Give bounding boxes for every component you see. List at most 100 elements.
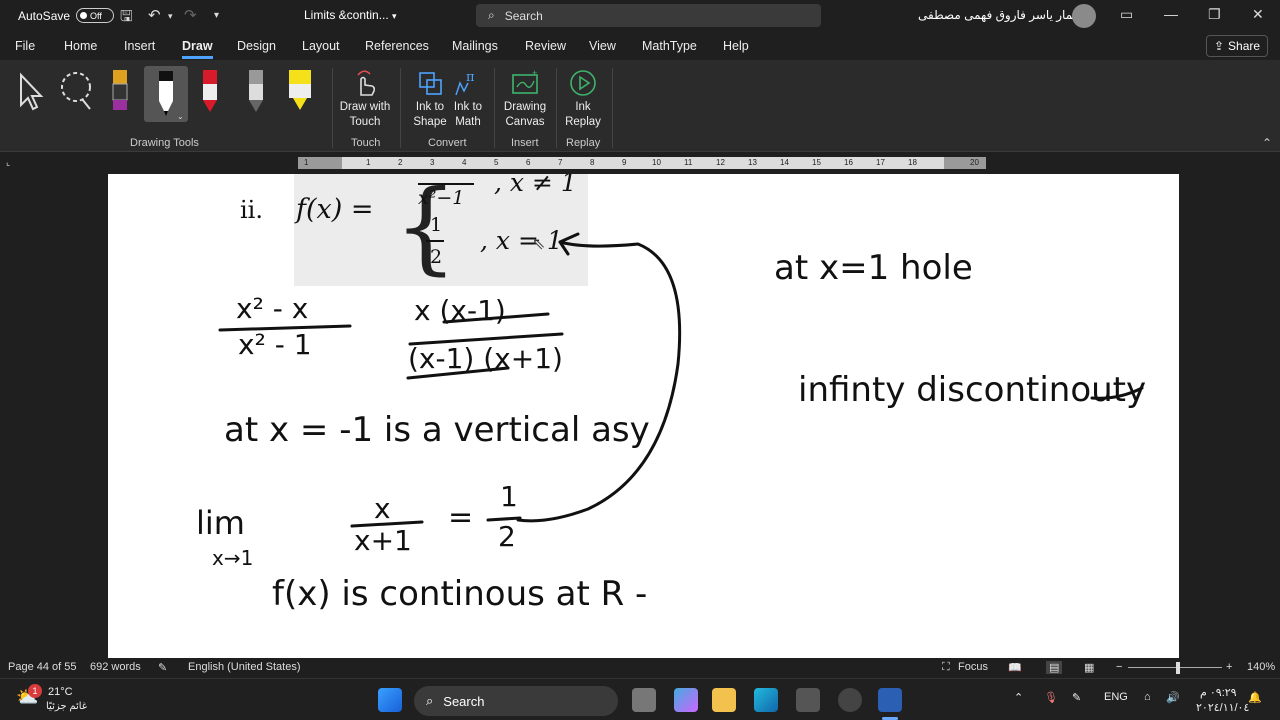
draw-with-touch-button[interactable]: Draw with Touch: [337, 66, 393, 130]
ruler-tick: 15: [812, 158, 821, 167]
document-title[interactable]: Limits &contin... ▾: [304, 8, 397, 22]
ink-fraction1-num: x² - x: [236, 292, 309, 325]
taskbar-search[interactable]: ⌕ Search: [414, 686, 618, 716]
ink-to-math-line1: Ink to: [453, 101, 483, 113]
focus-icon[interactable]: ⛶: [942, 661, 950, 674]
tab-review[interactable]: Review: [525, 39, 566, 53]
zoom-slider-thumb[interactable]: [1176, 662, 1180, 674]
group-replay: Replay: [566, 137, 601, 149]
ruler-tick: 5: [494, 158, 499, 167]
tab-draw[interactable]: Draw: [182, 39, 213, 59]
minimize-icon[interactable]: —: [1164, 6, 1178, 22]
ink-infinity-note: infinty discontinouty: [798, 370, 1147, 410]
ink-limit-result-num: 1: [500, 480, 518, 513]
tab-home[interactable]: Home: [64, 39, 97, 53]
weather-desc[interactable]: غائم جزئيًا: [46, 701, 87, 712]
ink-replay-button[interactable]: Ink Replay: [555, 66, 611, 130]
notifications-bell-icon[interactable]: 🔔: [1248, 691, 1262, 704]
file-explorer-icon[interactable]: [712, 688, 736, 712]
customize-qa-icon[interactable]: ▾: [214, 10, 219, 21]
draw-with-touch-line1: Draw with: [339, 101, 391, 113]
autosave-toggle[interactable]: Off: [76, 8, 115, 23]
zoom-out-icon[interactable]: −: [1116, 661, 1122, 673]
undo-icon[interactable]: ↶: [148, 6, 161, 24]
drawing-canvas-button[interactable]: + Drawing Canvas: [497, 66, 553, 130]
restore-icon[interactable]: ❐: [1208, 6, 1221, 23]
share-button[interactable]: ⇪ Share: [1206, 35, 1268, 57]
close-icon[interactable]: ✕: [1252, 6, 1264, 23]
save-icon[interactable]: 🖫: [120, 6, 133, 31]
ink-to-math-button[interactable]: π Ink to Math: [440, 66, 496, 130]
ruler-tick: 18: [908, 158, 917, 167]
word-count[interactable]: 692 words: [90, 661, 141, 673]
read-mode-icon[interactable]: 📖: [1008, 661, 1022, 674]
redo-icon[interactable]: ↷: [184, 6, 197, 24]
windows-start-icon[interactable]: [378, 688, 402, 712]
zoom-level[interactable]: 140%: [1247, 661, 1275, 673]
avatar[interactable]: [1072, 4, 1096, 28]
pencil-icon[interactable]: [236, 66, 276, 116]
tab-mathtype[interactable]: MathType: [642, 39, 697, 53]
focus-label[interactable]: Focus: [958, 661, 988, 673]
doc-title-text: Limits &contin...: [304, 8, 389, 22]
ruler-tick: 13: [748, 158, 757, 167]
tab-references[interactable]: References: [365, 39, 429, 53]
search-box[interactable]: ⌕ Search: [476, 4, 821, 27]
edge-icon[interactable]: [754, 688, 778, 712]
microphone-icon[interactable]: 🎙: [1044, 691, 1058, 704]
ruler-tick: 3: [430, 158, 435, 167]
horizontal-ruler[interactable]: 1 1 2 3 4 5 6 7 8 9 10 11 12 13 14 15 16…: [298, 157, 986, 169]
tab-help[interactable]: Help: [723, 39, 749, 53]
tab-view[interactable]: View: [589, 39, 616, 53]
web-layout-icon[interactable]: ▦: [1084, 661, 1094, 674]
page-count[interactable]: Page 44 of 55: [8, 661, 77, 673]
select-tool-icon[interactable]: [10, 66, 50, 116]
store-icon[interactable]: [796, 688, 820, 712]
ribbon-display-icon[interactable]: ▭: [1120, 6, 1133, 23]
tab-mailings[interactable]: Mailings: [452, 39, 498, 53]
lasso-select-icon[interactable]: [56, 66, 96, 116]
chrome-icon[interactable]: [838, 688, 862, 712]
weather-temp[interactable]: 21°C: [48, 686, 73, 698]
highlighter-pen-icon[interactable]: [100, 66, 140, 116]
tab-selector-icon[interactable]: ⌞: [6, 157, 10, 168]
ribbon-separator: [494, 68, 495, 148]
network-icon[interactable]: ⌂: [1144, 691, 1151, 703]
drawing-canvas-icon: +: [497, 66, 553, 100]
search-icon: ⌕: [426, 693, 434, 708]
ruler-tick: 1: [304, 158, 309, 167]
document-page[interactable]: ii. f(x) = { x²−1 , x ≠ 1 1 2 , x = 1 x²…: [108, 174, 1179, 658]
autosave: AutoSave Off: [18, 8, 115, 23]
tab-file[interactable]: File: [15, 39, 35, 53]
collapse-ribbon-icon[interactable]: ⌃: [1262, 136, 1272, 150]
user-name[interactable]: عمار ياسر فاروق فهمى مصطفى: [918, 8, 1080, 22]
tab-layout[interactable]: Layout: [302, 39, 340, 53]
zoom-in-icon[interactable]: +: [1226, 661, 1232, 673]
undo-dropdown-icon[interactable]: ▾: [168, 11, 173, 22]
word-app-icon[interactable]: [878, 688, 902, 712]
print-layout-icon[interactable]: ▤: [1046, 661, 1063, 674]
group-drawing-tools: Drawing Tools: [130, 137, 199, 149]
taskbar-search-label: Search: [443, 693, 485, 709]
ink-vertical-asymptote: at x = -1 is a vertical asy: [224, 410, 650, 450]
ink-limit-frac-den: x+1: [354, 524, 412, 557]
clock-time[interactable]: ٠٩:٢٩ م: [1200, 686, 1237, 699]
yellow-highlighter-icon[interactable]: [280, 66, 320, 116]
clock-date[interactable]: ٢٠٢٤/١١/٠٤: [1196, 701, 1249, 714]
right-margin: [944, 157, 986, 169]
pen-icon[interactable]: ✎: [1072, 691, 1081, 704]
ink-limit-frac-num: x: [374, 492, 391, 525]
tab-design[interactable]: Design: [237, 39, 276, 53]
language-status[interactable]: English (United States): [188, 661, 301, 673]
volume-icon[interactable]: 🔊: [1166, 691, 1180, 704]
copilot-icon[interactable]: [674, 688, 698, 712]
pen-dropdown-icon[interactable]: ⌄: [177, 112, 184, 121]
tab-insert[interactable]: Insert: [124, 39, 155, 53]
zoom-slider-track[interactable]: [1128, 667, 1222, 668]
show-hidden-icons-icon[interactable]: ⌃: [1014, 691, 1023, 704]
ink-to-math-line2: Math: [455, 116, 481, 128]
red-pen-icon[interactable]: [190, 66, 230, 116]
task-view-icon[interactable]: [632, 688, 656, 712]
input-language[interactable]: ENG: [1104, 691, 1128, 703]
proofing-icon[interactable]: ✎: [158, 661, 167, 674]
